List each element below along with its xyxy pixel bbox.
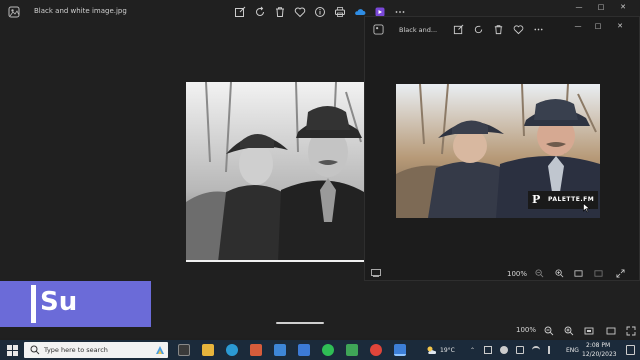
search-placeholder: Type here to search <box>44 346 108 354</box>
main-fullscreen-icon[interactable] <box>626 326 636 336</box>
tray-icon-1[interactable] <box>484 346 492 354</box>
main-maximize-button[interactable]: □ <box>594 2 608 12</box>
main-actual-size-icon[interactable] <box>606 326 616 336</box>
volume-icon[interactable] <box>548 346 556 354</box>
chrome-icon[interactable] <box>370 344 382 356</box>
black-and-white-photo <box>186 82 364 262</box>
clock-date[interactable]: 12/20/2023 <box>582 351 617 358</box>
mail-icon[interactable] <box>274 344 286 356</box>
photos-taskbar-icon[interactable] <box>394 344 406 356</box>
second-zoom-level: 100% <box>507 270 528 278</box>
file-explorer-icon[interactable] <box>202 344 214 356</box>
notifications-icon[interactable] <box>626 345 635 355</box>
second-minimize-button[interactable]: — <box>571 21 585 31</box>
second-window-title: Black and... <box>399 26 438 34</box>
filmstrip-icon[interactable] <box>372 327 382 335</box>
main-zoom-out-icon[interactable] <box>544 326 554 336</box>
main-fit-window-icon[interactable] <box>584 326 594 336</box>
windows-taskbar: Type here to search 19°C ⌃ ENG 2:08 PM 1… <box>0 340 640 360</box>
overlay-text: Su <box>40 287 78 317</box>
second-delete-icon[interactable] <box>493 24 504 35</box>
second-rotate-icon[interactable] <box>473 24 484 35</box>
weather-temperature: 19°C <box>440 347 455 354</box>
edit-image-icon[interactable] <box>234 6 246 18</box>
filmstrip-handle[interactable] <box>276 322 324 324</box>
search-icon <box>30 345 40 355</box>
main-minimize-button[interactable]: — <box>572 2 586 12</box>
second-actual-size-icon[interactable] <box>594 269 603 278</box>
show-hidden-icons-icon[interactable]: ⌃ <box>470 347 475 354</box>
rotate-icon[interactable] <box>254 6 266 18</box>
edge-icon[interactable] <box>226 344 238 356</box>
search-highlight-icon[interactable] <box>154 344 166 356</box>
main-close-button[interactable]: ✕ <box>616 2 630 12</box>
tray-icon-2[interactable] <box>500 346 508 354</box>
second-more-options-icon[interactable] <box>533 24 544 35</box>
taskbar-search-box[interactable]: Type here to search <box>24 342 168 358</box>
photos-app-icon <box>8 6 20 18</box>
second-favorite-icon[interactable] <box>513 24 524 35</box>
windows-start-icon[interactable] <box>6 344 18 356</box>
second-filmstrip-icon[interactable] <box>371 269 381 277</box>
colorized-photo: P PALETTE.FM <box>396 84 600 218</box>
info-icon[interactable] <box>314 6 326 18</box>
palette-logo-letter: P <box>532 193 541 206</box>
store-icon[interactable] <box>298 344 310 356</box>
main-zoom-in-icon[interactable] <box>564 326 574 336</box>
mouse-cursor-icon <box>583 203 590 213</box>
clock-time[interactable]: 2:08 PM <box>586 342 610 349</box>
print-icon[interactable] <box>334 6 346 18</box>
app-icon-2[interactable] <box>346 344 358 356</box>
main-zoom-level: 100% <box>516 326 537 334</box>
overlay-accent-bar <box>31 285 36 323</box>
app-icon-1[interactable] <box>250 344 262 356</box>
whatsapp-icon[interactable] <box>322 344 334 356</box>
delete-icon[interactable] <box>274 6 286 18</box>
second-zoom-out-icon[interactable] <box>535 269 544 278</box>
second-close-button[interactable]: ✕ <box>613 21 627 31</box>
second-zoom-in-icon[interactable] <box>555 269 564 278</box>
battery-icon[interactable] <box>516 346 524 354</box>
wifi-icon[interactable] <box>532 346 540 354</box>
main-window-title: Black and white image.jpg <box>34 7 127 15</box>
palette-watermark-text: PALETTE.FM <box>548 196 595 203</box>
task-view-icon[interactable] <box>178 344 190 356</box>
second-fit-window-icon[interactable] <box>574 269 583 278</box>
language-indicator[interactable]: ENG <box>566 347 579 354</box>
video-overlay-banner: Su <box>0 281 151 327</box>
favorite-icon[interactable] <box>294 6 306 18</box>
second-fullscreen-icon[interactable] <box>616 269 625 278</box>
photo-border <box>186 260 364 262</box>
second-photos-app-icon <box>373 24 384 35</box>
weather-icon[interactable] <box>426 345 436 355</box>
second-edit-image-icon[interactable] <box>453 24 464 35</box>
second-maximize-button[interactable]: □ <box>591 21 605 31</box>
